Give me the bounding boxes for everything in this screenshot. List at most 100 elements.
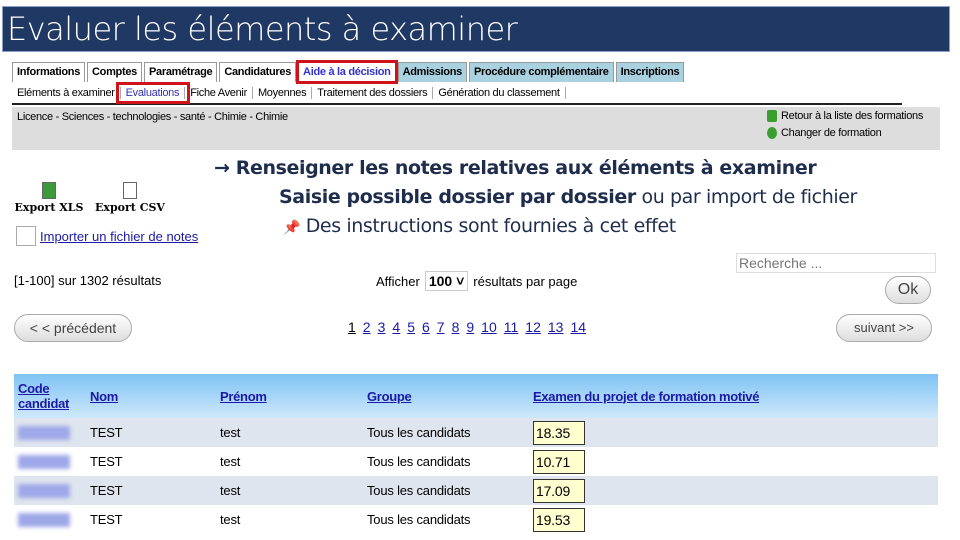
results-count: [1-100] sur 1302 résultats (14, 273, 162, 288)
import-link[interactable]: Importer un fichier de notes (16, 226, 198, 246)
search-input[interactable] (736, 253, 936, 273)
page-link[interactable]: 9 (466, 319, 474, 335)
page-link[interactable]: 4 (392, 319, 400, 335)
import-label: Importer un fichier de notes (40, 228, 199, 244)
annotation-line2: Saisie possible dossier par dossier ou p… (279, 186, 857, 208)
subtab-fiche-avenir[interactable]: Fiche Avenir (185, 87, 253, 99)
header-nom[interactable]: Nom (86, 374, 216, 418)
page-link[interactable]: 2 (363, 319, 371, 335)
page-link[interactable]: 3 (378, 319, 386, 335)
cell-note: 10.71 (529, 447, 938, 476)
upload-file-icon (16, 226, 36, 246)
table-row: TEST test Tous les candidats 19.53 (14, 505, 938, 534)
header-examen[interactable]: Examen du projet de formation motivé (529, 374, 938, 418)
table-row: TEST test Tous les candidats 18.35 (14, 418, 938, 447)
table-header: Code candidat Nom Prénom Groupe Examen d… (14, 374, 938, 418)
annotation-line3-text: Des instructions sont fournies à cet eff… (305, 215, 677, 237)
cell-prenom: test (216, 476, 363, 505)
evaluations-table: Code candidat Nom Prénom Groupe Examen d… (14, 374, 938, 534)
afficher-suffix: résultats par page (473, 273, 578, 289)
page-link[interactable]: 11 (504, 319, 519, 335)
tab-procedure-complementaire[interactable]: Procédure complémentaire (468, 62, 614, 82)
annotation-line2-bold: Saisie possible dossier par dossier (279, 186, 636, 208)
cell-code (14, 418, 86, 447)
per-page-value: 100 (428, 273, 453, 289)
cell-groupe: Tous les candidats (367, 512, 471, 527)
subtab-evaluations[interactable]: Evaluations (115, 82, 191, 104)
slide-title: Evaluer les éléments à examiner (2, 6, 950, 52)
note-input[interactable]: 10.71 (533, 449, 585, 474)
cell-prenom: test (220, 454, 241, 469)
cell-nom: TEST (86, 418, 216, 447)
blurred-code (18, 454, 70, 469)
page-link[interactable]: 10 (481, 319, 497, 335)
header-groupe[interactable]: Groupe (363, 374, 529, 418)
export-csv-label: Export CSV (95, 201, 165, 214)
note-input[interactable]: 19.53 (533, 507, 585, 532)
blurred-code (18, 512, 70, 527)
annotation-line1: → Renseigner les notes relatives aux élé… (214, 157, 817, 179)
cell-groupe: Tous les candidats (363, 418, 529, 447)
per-page-select[interactable]: 100 ˅ (424, 271, 469, 291)
page-link[interactable]: 14 (570, 319, 586, 335)
changer-label: Changer de formation (781, 127, 882, 139)
pagination: 1 2 3 4 5 6 7 8 9 10 11 12 13 14 (348, 319, 586, 335)
subtab-traitement[interactable]: Traitement des dossiers (312, 87, 434, 99)
export-csv-button[interactable]: Export CSV (95, 182, 165, 214)
per-page-control: Afficher 100 ˅ résultats par page (376, 271, 577, 291)
cell-note: 17.09 (529, 476, 938, 505)
tab-candidatures[interactable]: Candidatures (219, 62, 297, 82)
table-row: TEST test Tous les candidats 10.71 (14, 447, 938, 476)
header-code[interactable]: Code candidat (14, 374, 86, 418)
arrow-back-icon (767, 110, 777, 122)
tab-comptes[interactable]: Comptes (87, 62, 142, 82)
subtab-moyennes[interactable]: Moyennes (253, 87, 313, 99)
tab-inscriptions[interactable]: Inscriptions (615, 62, 685, 82)
changer-link[interactable]: Changer de formation (767, 127, 882, 139)
subtab-generation[interactable]: Génération du classement (433, 87, 566, 99)
export-xls-button[interactable]: Export XLS (14, 182, 84, 214)
table-row: TEST test Tous les candidats 17.09 (14, 476, 938, 505)
subtab-elements[interactable]: Eléments à examiner (12, 87, 121, 99)
tab-parametrage[interactable]: Paramétrage (143, 62, 218, 82)
cell-note: 19.53 (529, 505, 938, 534)
cell-nom: TEST (90, 512, 123, 527)
cell-prenom: test (220, 512, 241, 527)
note-input[interactable]: 17.09 (533, 478, 585, 503)
page-link[interactable]: 6 (422, 319, 430, 335)
cell-note: 18.35 (529, 418, 938, 447)
header-prenom[interactable]: Prénom (216, 374, 363, 418)
pin-icon: 📌 (283, 220, 301, 236)
blurred-code (18, 425, 70, 440)
annotation-line1-text: Renseigner les notes relatives aux éléme… (235, 157, 817, 179)
page-link[interactable]: 13 (548, 319, 564, 335)
page-link[interactable]: 5 (407, 319, 415, 335)
formation-label: Licence - Sciences - technologies - sant… (17, 111, 288, 123)
retour-label: Retour à la liste des formations (781, 110, 924, 122)
cell-code (14, 476, 86, 505)
cell-nom: TEST (90, 454, 123, 469)
xls-file-icon (42, 182, 56, 199)
next-button[interactable]: suivant >> (836, 314, 932, 342)
refresh-icon (767, 127, 777, 139)
note-input[interactable]: 18.35 (533, 420, 585, 445)
page-link[interactable]: 1 (348, 319, 356, 335)
page-link[interactable]: 8 (452, 319, 460, 335)
cell-groupe: Tous les candidats (363, 476, 529, 505)
blurred-code (18, 483, 70, 498)
cell-groupe: Tous les candidats (367, 454, 471, 469)
tab-admissions[interactable]: Admissions (397, 62, 467, 82)
page-link[interactable]: 12 (525, 319, 541, 335)
export-xls-label: Export XLS (14, 201, 84, 214)
page-link[interactable]: 7 (437, 319, 445, 335)
annotation-line3: 📌 Des instructions sont fournies à cet e… (283, 215, 676, 237)
tab-informations[interactable]: Informations (12, 62, 86, 82)
ok-button[interactable]: Ok (885, 276, 931, 304)
tab-aide-decision[interactable]: Aide à la décision (296, 60, 398, 84)
previous-button[interactable]: < < précédent (14, 314, 132, 342)
afficher-label: Afficher (376, 273, 420, 289)
cell-nom: TEST (86, 476, 216, 505)
sub-tabs: Eléments à examiner Evaluations Fiche Av… (12, 82, 902, 105)
cell-code (14, 447, 86, 476)
retour-link[interactable]: Retour à la liste des formations (767, 110, 923, 122)
